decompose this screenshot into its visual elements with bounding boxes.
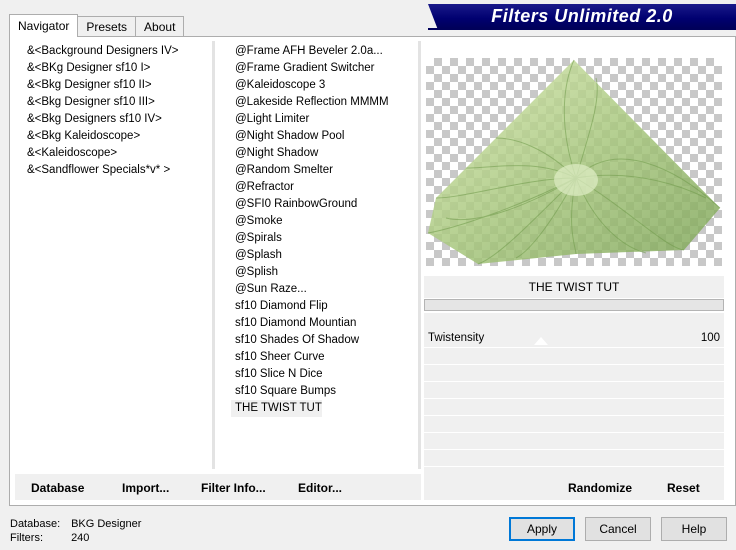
filter-item[interactable]: @Night Shadow Pool xyxy=(231,128,421,145)
filter-item[interactable]: @Light Limiter xyxy=(231,111,421,128)
app-banner: Filters Unlimited 2.0 xyxy=(428,4,736,28)
category-item[interactable]: &<Bkg Kaleidoscope> xyxy=(23,128,213,145)
filter-list[interactable]: @Frame AFH Beveler 2.0a... @Frame Gradien… xyxy=(231,43,421,417)
filter-item[interactable]: @Frame AFH Beveler 2.0a... xyxy=(231,43,421,60)
tab-presets[interactable]: Presets xyxy=(77,16,137,37)
category-item[interactable]: &<Kaleidoscope> xyxy=(23,145,213,162)
category-item[interactable]: &<BKg Designer sf10 I> xyxy=(23,60,213,77)
filter-item[interactable]: sf10 Diamond Mountian xyxy=(231,315,421,332)
category-item[interactable]: &<Background Designers IV> xyxy=(23,43,213,60)
param-divider xyxy=(424,415,724,416)
editor-button[interactable]: Editor... xyxy=(298,481,342,495)
filter-item[interactable]: sf10 Sheer Curve xyxy=(231,349,421,366)
param-divider xyxy=(424,449,724,450)
database-label: Database: xyxy=(10,518,61,530)
slider-thumb-icon[interactable] xyxy=(534,337,548,345)
filter-item[interactable]: sf10 Slice N Dice xyxy=(231,366,421,383)
divider-left xyxy=(212,41,215,469)
randomize-button[interactable]: Randomize xyxy=(568,481,632,495)
banner-underline xyxy=(428,28,736,30)
category-item[interactable]: &<Sandflower Specials*v* > xyxy=(23,162,213,179)
param-value: 100 xyxy=(700,332,720,344)
param-label: Twistensity xyxy=(428,332,485,344)
filter-item[interactable]: @Refractor xyxy=(231,179,421,196)
twist-preview-graphic xyxy=(427,59,721,265)
filter-item[interactable]: @Splash xyxy=(231,247,421,264)
filter-item[interactable]: sf10 Shades Of Shadow xyxy=(231,332,421,349)
param-divider xyxy=(424,432,724,433)
category-item[interactable]: &<Bkg Designer sf10 III> xyxy=(23,94,213,111)
filter-item[interactable]: @Kaleidoscope 3 xyxy=(231,77,421,94)
filters-label: Filters: xyxy=(10,532,43,544)
database-button[interactable]: Database xyxy=(31,481,84,495)
parameter-area: Twistensity 100 xyxy=(424,313,724,475)
param-divider xyxy=(424,347,724,348)
filter-item[interactable]: THE TWIST TUT xyxy=(231,400,322,417)
help-button[interactable]: Help xyxy=(661,517,727,541)
tab-navigator[interactable]: Navigator xyxy=(9,14,79,37)
filter-info-button[interactable]: Filter Info... xyxy=(201,481,266,495)
filter-item[interactable]: @Spirals xyxy=(231,230,421,247)
status-info: Database: BKG Designer Filters: 240 xyxy=(10,517,141,545)
category-list[interactable]: &<Background Designers IV> &<BKg Designer… xyxy=(23,43,213,179)
database-toolbar: Database Import... Filter Info... Editor… xyxy=(15,474,421,500)
filter-item[interactable]: sf10 Square Bumps xyxy=(231,383,421,400)
param-divider xyxy=(424,466,724,467)
app-title: Filters Unlimited 2.0 xyxy=(491,6,673,26)
navigator-panel: &<Background Designers IV> &<BKg Designer… xyxy=(9,36,736,506)
filters-count: 240 xyxy=(71,532,90,544)
filter-item[interactable]: @Smoke xyxy=(231,213,421,230)
category-item[interactable]: &<Bkg Designer sf10 II> xyxy=(23,77,213,94)
cancel-button[interactable]: Cancel xyxy=(585,517,651,541)
filter-item[interactable]: @Splish xyxy=(231,264,421,281)
apply-button[interactable]: Apply xyxy=(509,517,575,541)
divider-right xyxy=(418,41,421,469)
filter-item[interactable]: @Lakeside Reflection MMMM xyxy=(231,94,421,111)
param-row-twistensity[interactable]: Twistensity 100 xyxy=(424,330,724,347)
filter-progress-bar xyxy=(424,299,724,311)
import-button[interactable]: Import... xyxy=(122,481,169,495)
filter-item[interactable]: @Frame Gradient Switcher xyxy=(231,60,421,77)
filter-item[interactable]: @Night Shadow xyxy=(231,145,421,162)
tab-bar: Navigator Presets About xyxy=(9,14,185,37)
param-divider xyxy=(424,398,724,399)
filter-item[interactable]: sf10 Diamond Flip xyxy=(231,298,421,315)
tab-about[interactable]: About xyxy=(135,16,185,37)
filter-item[interactable]: @Sun Raze... xyxy=(231,281,421,298)
filter-item[interactable]: @Random Smelter xyxy=(231,162,421,179)
category-item[interactable]: &<Bkg Designers sf10 IV> xyxy=(23,111,213,128)
param-divider xyxy=(424,364,724,365)
selected-filter-title: THE TWIST TUT xyxy=(424,276,724,298)
filter-toolbar: Randomize Reset xyxy=(424,474,724,500)
param-divider xyxy=(424,381,724,382)
reset-button[interactable]: Reset xyxy=(667,481,700,495)
filter-item[interactable]: @SFI0 RainbowGround xyxy=(231,196,421,213)
preview-image xyxy=(426,58,722,266)
database-value: BKG Designer xyxy=(71,518,142,530)
